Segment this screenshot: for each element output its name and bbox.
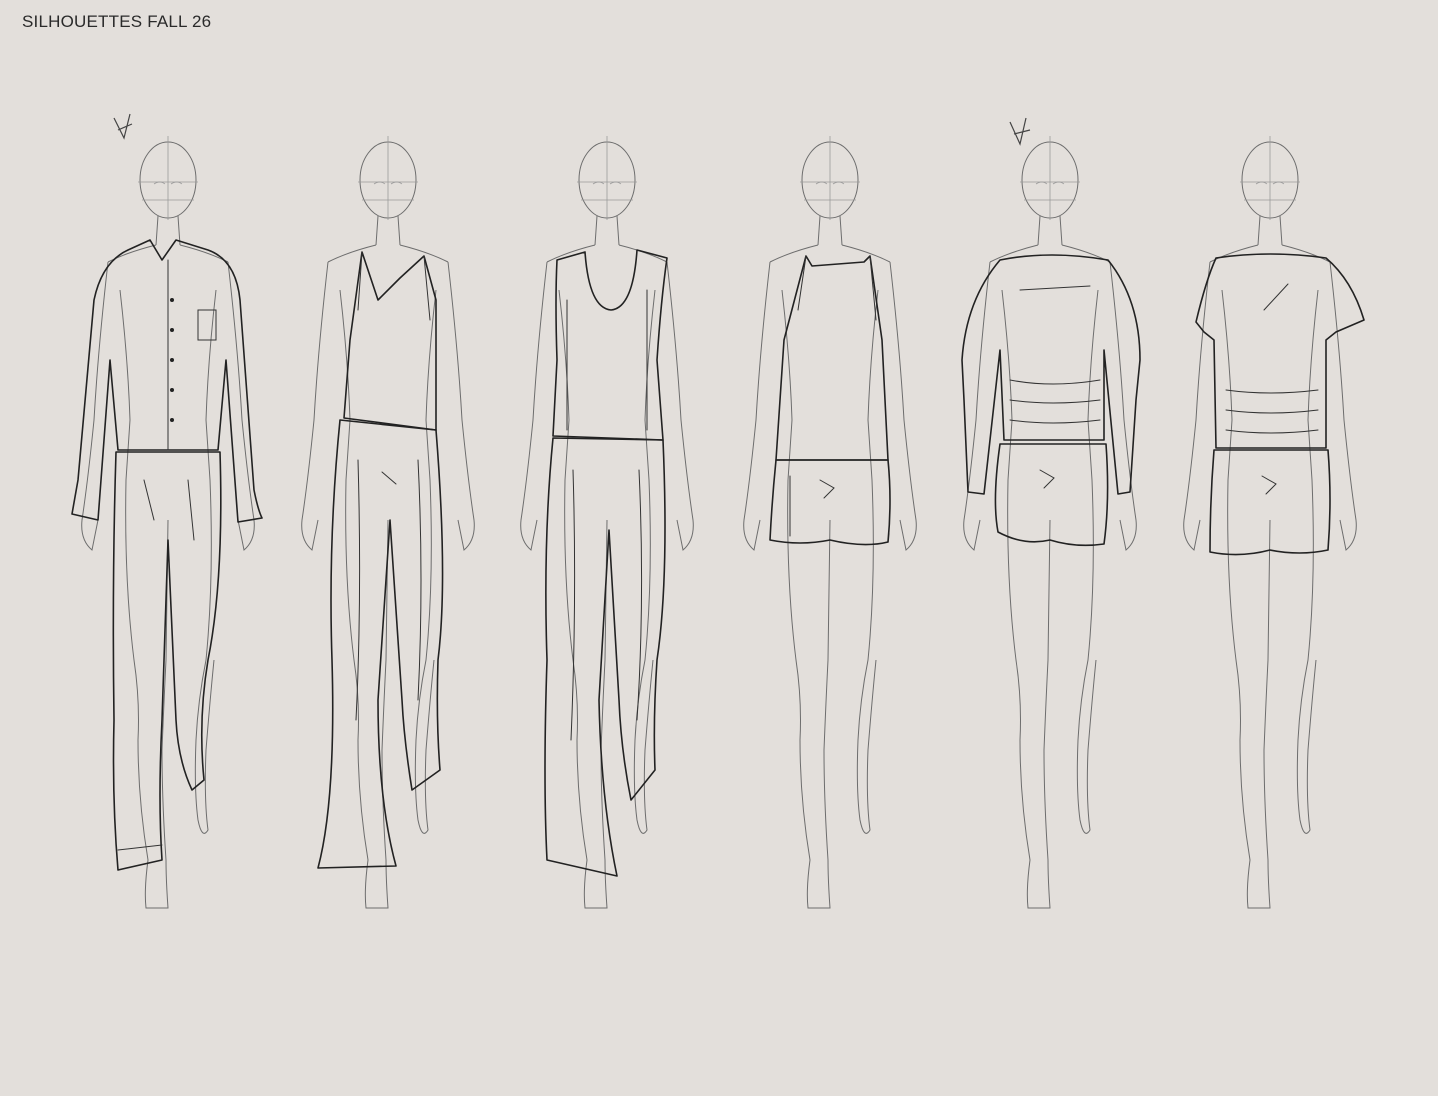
selection-mark	[1009, 117, 1031, 146]
wide-trousers	[317, 419, 444, 869]
pajama-shirt	[71, 239, 263, 523]
figure-look-6	[1160, 100, 1380, 930]
figure-look-5	[940, 100, 1160, 930]
page-title: SILHOUETTES FALL 26	[22, 12, 212, 31]
figure-look-2	[278, 100, 498, 930]
figure-look-4	[720, 100, 940, 930]
selection-mark	[113, 113, 133, 140]
camisole	[343, 251, 437, 431]
figure-look-1	[58, 100, 278, 930]
pajama-trousers	[112, 451, 222, 871]
figure-look-3	[497, 100, 717, 930]
